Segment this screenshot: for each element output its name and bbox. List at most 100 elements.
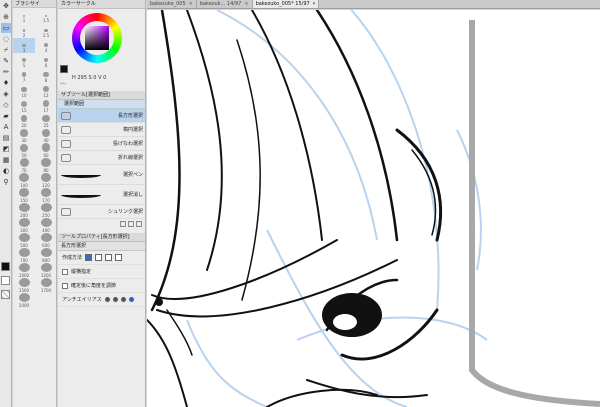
transparent-color-swatch[interactable]	[1, 290, 10, 299]
eraser-tool-icon[interactable]: ◇	[1, 100, 11, 110]
brush-size-item[interactable]: 30	[13, 128, 35, 143]
antialias-none-icon[interactable]	[104, 297, 110, 302]
brush-size-item[interactable]: 250	[35, 203, 57, 218]
intersect-selection-icon[interactable]	[115, 254, 123, 261]
brush-size-item[interactable]: 2000	[13, 293, 35, 308]
brush-size-item[interactable]: 3	[13, 38, 35, 53]
angle-checkbox[interactable]	[62, 282, 68, 289]
brush-size-item[interactable]: 150	[13, 188, 35, 203]
balloon-tool-icon[interactable]: ◐	[1, 166, 11, 176]
saturation-value-square[interactable]	[85, 26, 109, 50]
brush-size-item[interactable]: 60	[35, 143, 57, 158]
brush-size-item[interactable]: 500	[13, 233, 35, 248]
brush-size-item[interactable]: 8	[35, 68, 57, 83]
text-tool-icon[interactable]: A	[1, 122, 11, 132]
brush-size-item[interactable]: 700	[13, 248, 35, 263]
brush-size-item[interactable]: 2.5	[35, 23, 57, 38]
brush-size-item[interactable]: 70	[13, 158, 35, 173]
foreground-color-swatch[interactable]	[1, 262, 10, 271]
selection-tool-icon[interactable]: ▭	[1, 23, 11, 33]
brush-size-item[interactable]: 300	[13, 218, 35, 233]
tab-close-icon[interactable]: ×	[189, 0, 193, 8]
brush-size-item[interactable]: 1	[13, 8, 35, 23]
fill-tool-icon[interactable]: ▰	[1, 111, 11, 121]
subtool-item[interactable]: シュリンク選択	[58, 205, 145, 219]
lasso-tool-icon[interactable]: ◌	[1, 34, 11, 44]
brush-size-item[interactable]: 120	[35, 173, 57, 188]
add-selection-icon[interactable]	[95, 254, 103, 261]
pen-tool-icon[interactable]: ✎	[1, 56, 11, 66]
brush-size-item[interactable]: 50	[13, 143, 35, 158]
subtool-item[interactable]: 投げなわ選択	[58, 137, 145, 151]
antialias-medium-icon[interactable]	[120, 297, 126, 302]
brush-size-item[interactable]: 5	[13, 53, 35, 68]
subtool-group-label[interactable]: 選択範囲	[58, 100, 145, 109]
brush-size-item[interactable]: 170	[35, 188, 57, 203]
document-tab[interactable]: bakezuko_005 ×	[147, 0, 197, 8]
brush-size-item[interactable]: 1700	[35, 278, 57, 293]
brush-size-item[interactable]: 80	[35, 158, 57, 173]
aspect-checkbox[interactable]	[62, 268, 68, 275]
brush-size-item[interactable]: 200	[13, 203, 35, 218]
pencil-tool-icon[interactable]: ✏	[1, 67, 11, 77]
brush-size-item[interactable]: 6	[35, 53, 57, 68]
document-tab-bar: bakezuko_005 × bakezuk... 14/97 × bakezuko_0…	[147, 0, 600, 9]
brush-size-item[interactable]: 12	[35, 83, 57, 98]
wave-icon[interactable]: 〰	[60, 79, 66, 88]
h-value[interactable]: 295	[77, 75, 87, 81]
brush-size-item[interactable]: 800	[35, 248, 57, 263]
brush-tool-icon[interactable]: ♦	[1, 78, 11, 88]
ruler-tool-icon[interactable]: ▦	[1, 155, 11, 165]
brush-size-item[interactable]: 40	[35, 128, 57, 143]
subtool-item[interactable]: 楕円選択	[58, 123, 145, 137]
antialias-weak-icon[interactable]	[112, 297, 118, 302]
brush-size-item[interactable]: 15	[13, 98, 35, 113]
tab-menu-icon[interactable]: ▾	[313, 0, 316, 8]
brush-size-item[interactable]: 1500	[13, 278, 35, 293]
new-selection-icon[interactable]	[85, 254, 93, 261]
gradient-tool-icon[interactable]: ▤	[1, 133, 11, 143]
tool-strip: ✥ ⊕ ▭ ◌ ⌿ ✎ ✏ ♦ ◈ ◇ ▰ A ▤ ◩ ▦ ◐ ⚲	[0, 0, 12, 407]
new-subtool-icon[interactable]	[120, 221, 126, 227]
color-wheel[interactable]	[72, 13, 122, 63]
delete-subtool-icon[interactable]	[136, 221, 142, 227]
brush-size-item[interactable]: 4	[35, 38, 57, 53]
brush-size-item[interactable]: 2	[13, 23, 35, 38]
subtool-item[interactable]: 長方形選択	[58, 109, 145, 123]
zoom-tool-icon[interactable]: ⊕	[1, 12, 11, 22]
subtract-selection-icon[interactable]	[105, 254, 113, 261]
brush-size-dot	[43, 57, 49, 62]
subtool-item[interactable]: 選択ペン	[58, 165, 145, 185]
brush-size-item[interactable]: 1.5	[35, 8, 57, 23]
copy-subtool-icon[interactable]	[128, 221, 134, 227]
brush-size-item[interactable]: 7	[13, 68, 35, 83]
move-tool-icon[interactable]: ✥	[1, 1, 11, 11]
brush-size-item[interactable]: 20	[13, 113, 35, 128]
brush-size-item[interactable]: 400	[35, 218, 57, 233]
tab-close-icon[interactable]: ×	[244, 0, 248, 8]
shape-tool-icon[interactable]: ◩	[1, 144, 11, 154]
selection-shape-icon	[61, 111, 71, 120]
hand-tool-icon[interactable]: ⚲	[1, 177, 11, 187]
brush-size-item[interactable]: 100	[13, 173, 35, 188]
background-color-swatch[interactable]	[1, 276, 10, 285]
drawing-canvas[interactable]	[147, 10, 600, 407]
brush-size-item[interactable]: 1200	[35, 263, 57, 278]
main-color-swatch[interactable]	[60, 65, 68, 73]
brush-size-dot	[44, 43, 48, 47]
subtool-item[interactable]: 折れ線選択	[58, 151, 145, 165]
brush-size-item[interactable]: 25	[35, 113, 57, 128]
brush-size-dot	[21, 72, 27, 77]
antialias-strong-icon[interactable]	[128, 297, 134, 302]
brush-size-item[interactable]: 10	[13, 83, 35, 98]
eyedropper-tool-icon[interactable]: ⌿	[1, 45, 11, 55]
brush-size-item[interactable]: 600	[35, 233, 57, 248]
v-value[interactable]: 0	[103, 75, 106, 81]
brush-size-item[interactable]: 17	[35, 98, 57, 113]
document-tab[interactable]: bakezuk... 14/97 ×	[197, 0, 253, 8]
subtool-item[interactable]: 選択消し	[58, 185, 145, 205]
s-value[interactable]: 0	[93, 75, 96, 81]
airbrush-tool-icon[interactable]: ◈	[1, 89, 11, 99]
document-tab[interactable]: bakezuko_005* 15/97 ▾	[252, 0, 320, 8]
brush-size-item[interactable]: 1000	[13, 263, 35, 278]
